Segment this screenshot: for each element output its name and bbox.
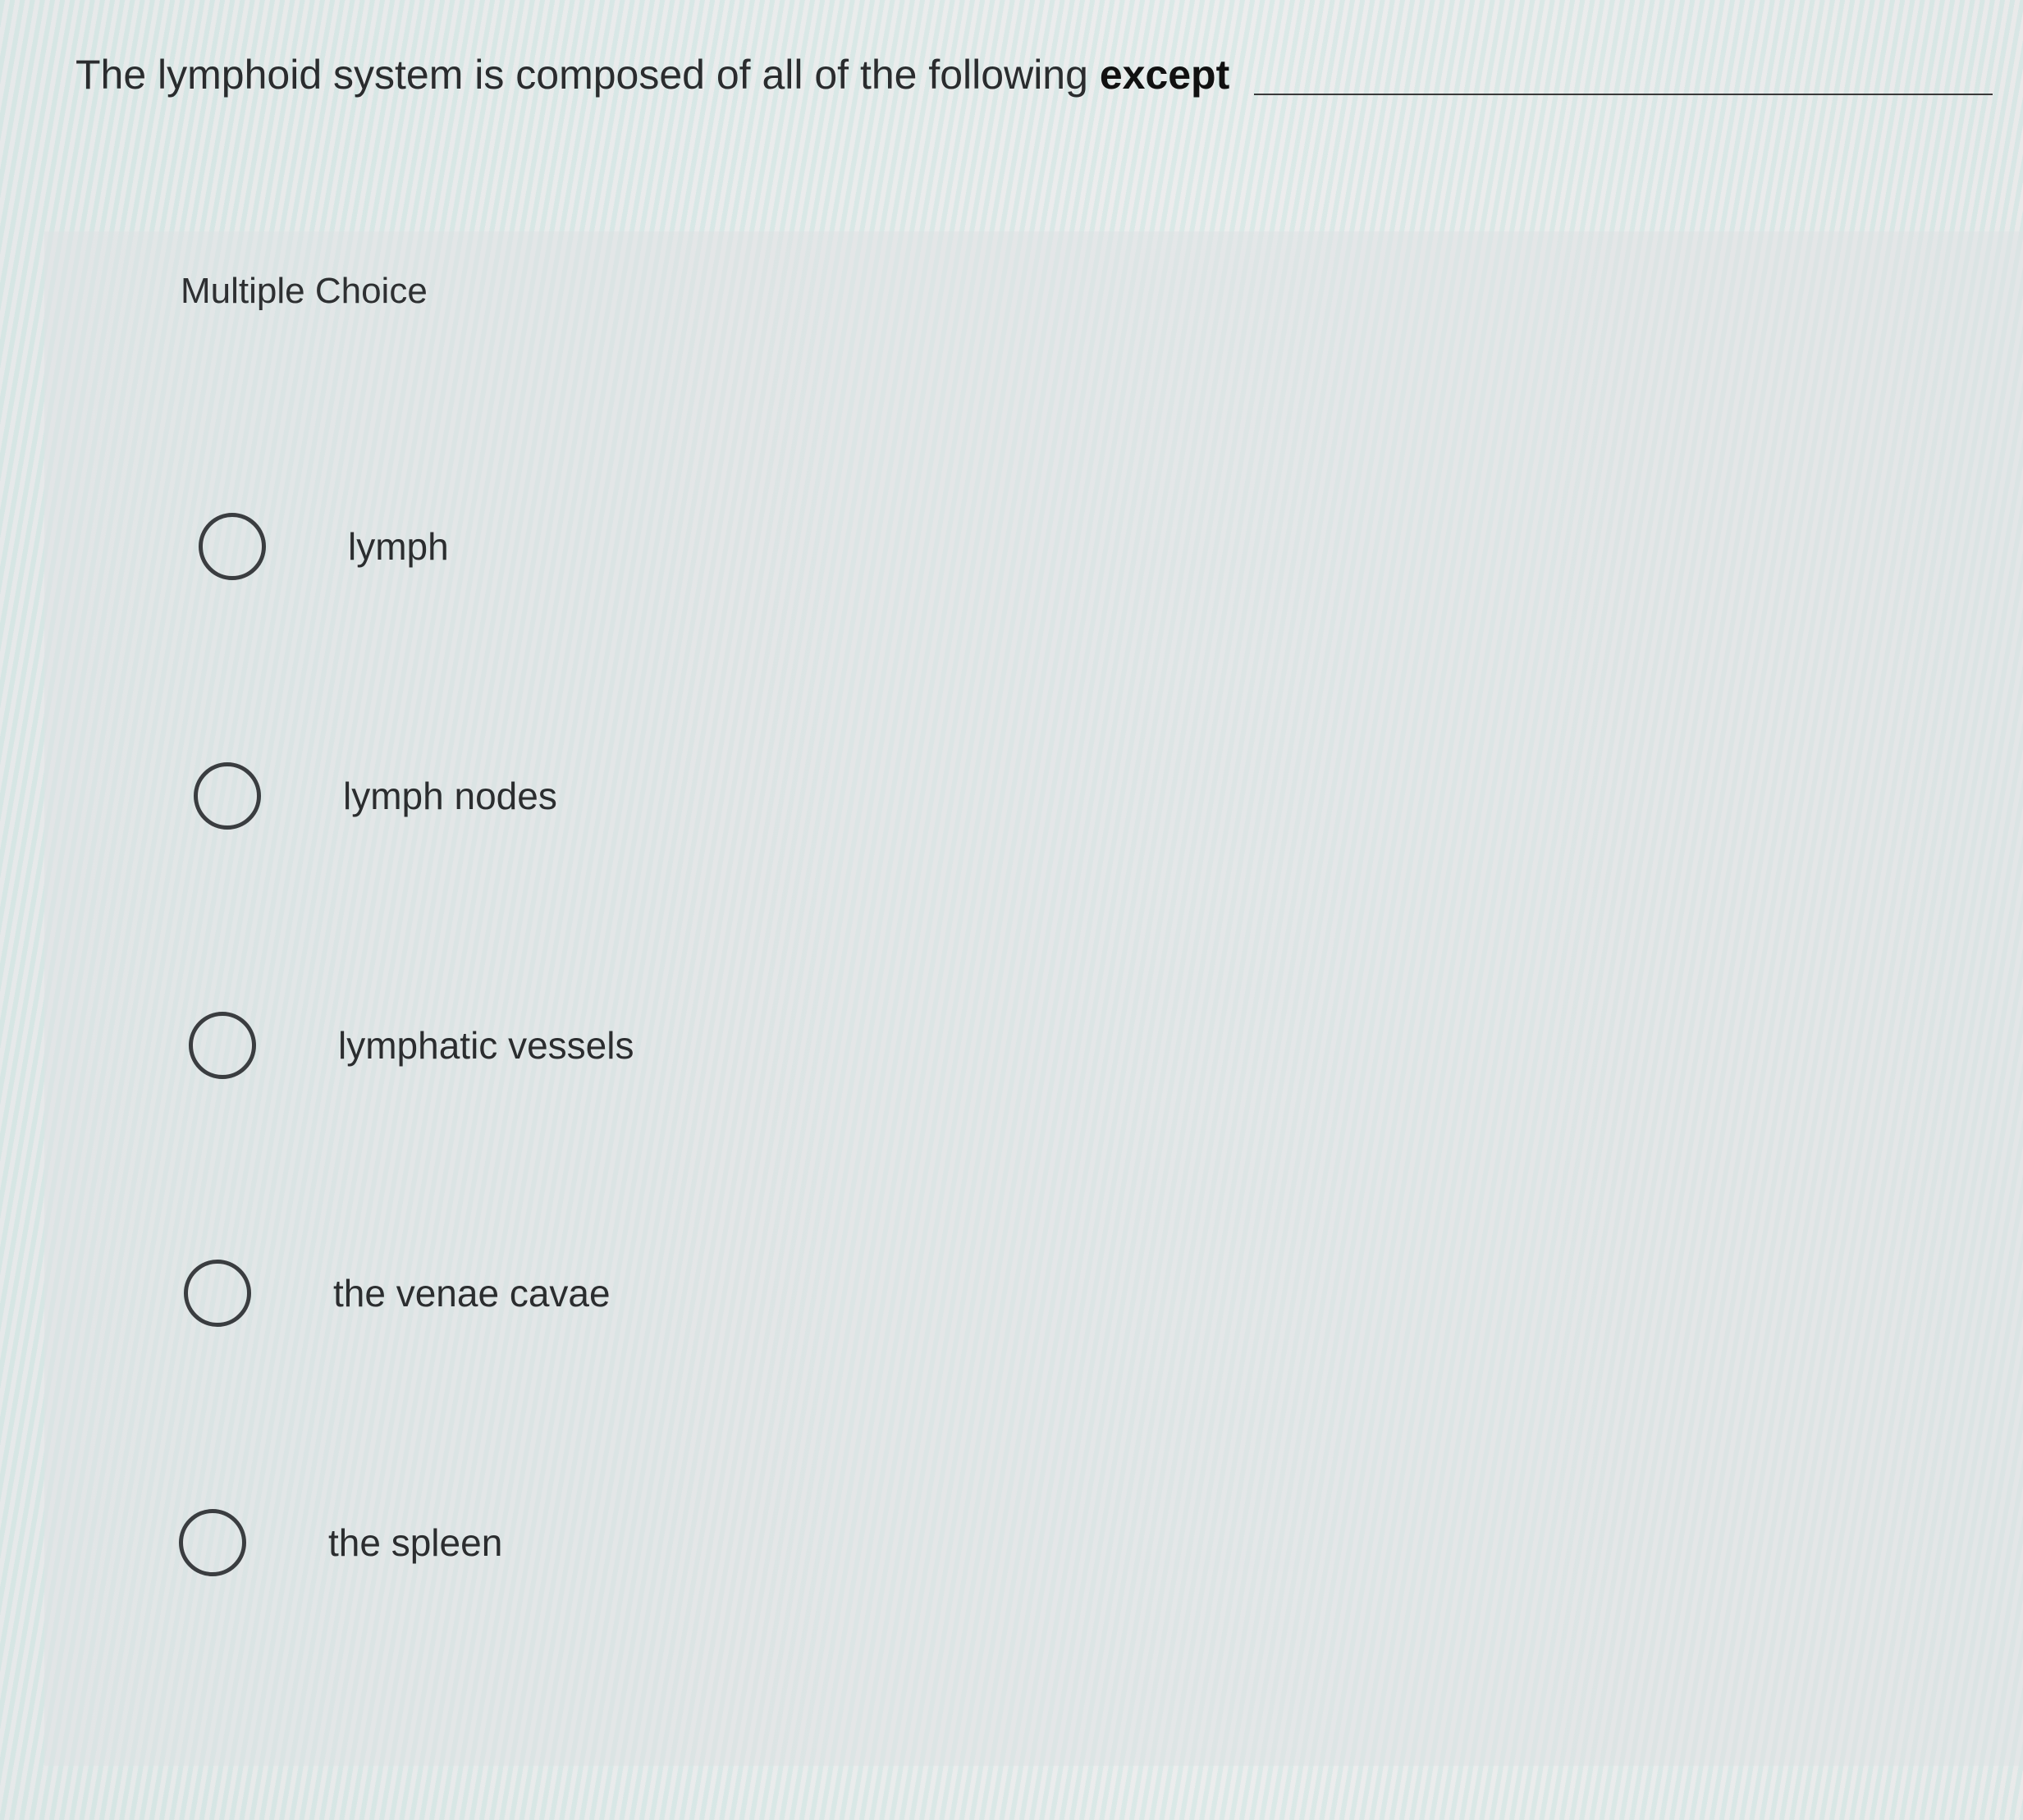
radio-button[interactable] (179, 1509, 246, 1576)
choice-option-spleen[interactable]: the spleen (179, 1502, 502, 1584)
choice-option-venae-cavae[interactable]: the venae cavae (184, 1252, 611, 1334)
radio-button[interactable] (199, 513, 266, 580)
radio-button[interactable] (184, 1260, 251, 1327)
question-prompt: The lymphoid system is composed of all o… (76, 38, 2023, 112)
choice-option-lymph[interactable]: lymph (199, 505, 449, 588)
choice-label: lymph nodes (343, 775, 557, 817)
quiz-screen: The lymphoid system is composed of all o… (0, 0, 2023, 1820)
question-type-label: Multiple Choice (181, 271, 428, 311)
choice-option-lymph-nodes[interactable]: lymph nodes (194, 755, 557, 837)
answer-blank (1254, 94, 1993, 95)
question-stem: The lymphoid system is composed of all o… (76, 52, 1088, 98)
choice-label: the spleen (328, 1521, 503, 1564)
choice-label: the venae cavae (333, 1272, 611, 1315)
radio-button[interactable] (189, 1012, 256, 1079)
question-emphasis: except (1099, 52, 1230, 98)
choice-label: lymph (348, 525, 449, 568)
choice-option-lymphatic-vessels[interactable]: lymphatic vessels (189, 1004, 634, 1086)
radio-button[interactable] (194, 762, 261, 830)
choice-label: lymphatic vessels (338, 1024, 634, 1067)
